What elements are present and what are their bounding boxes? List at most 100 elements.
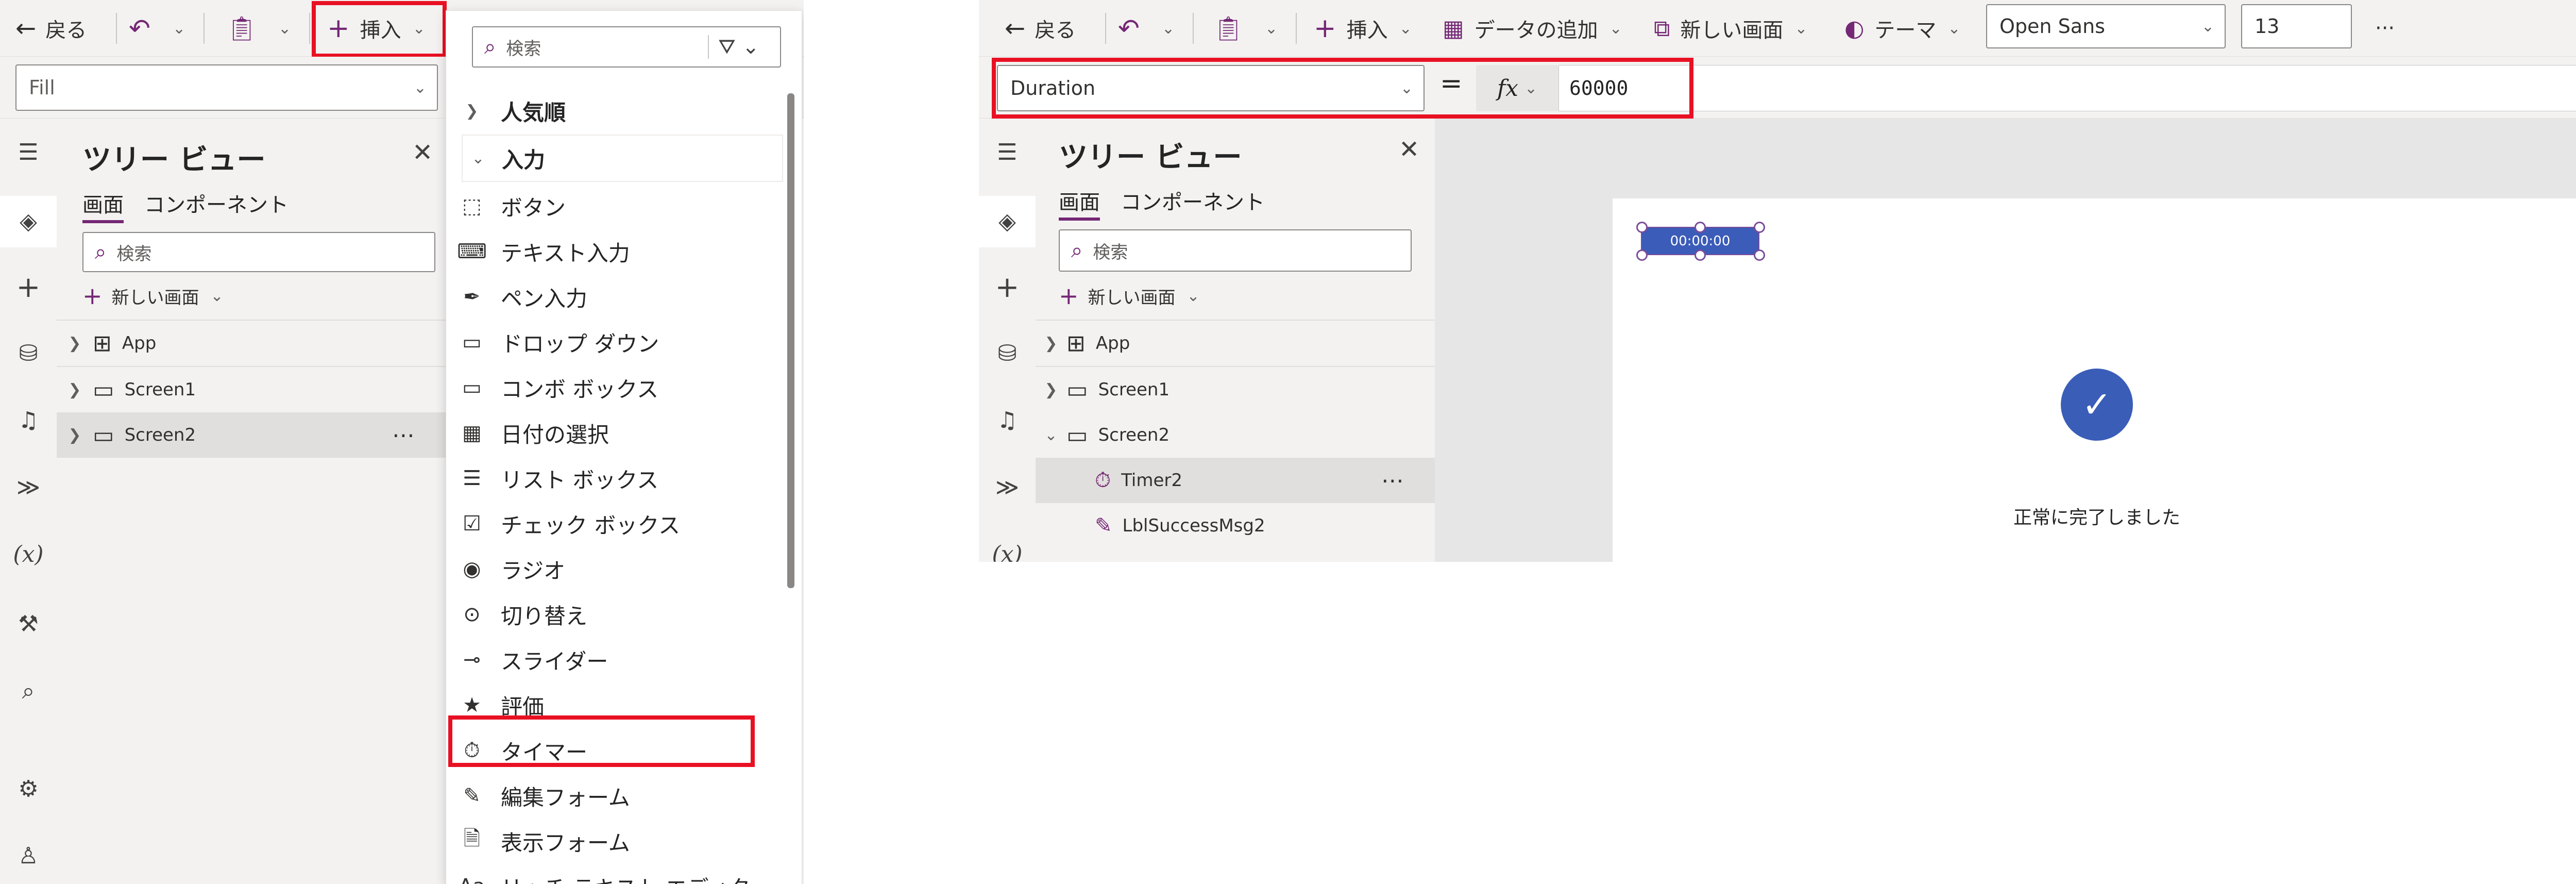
hamburger-icon[interactable]: ☰: [0, 139, 57, 165]
app-icon: ⊞: [1066, 330, 1086, 357]
resize-handle[interactable]: [1636, 222, 1648, 233]
toolbar-divider: [1296, 13, 1297, 44]
database-icon[interactable]: ⛁: [979, 340, 1036, 366]
radio-icon: ◉: [463, 557, 481, 581]
back-button[interactable]: ← 戻る: [15, 10, 87, 46]
paste-button[interactable]: 📋︎: [227, 10, 257, 46]
menu-item-dropdown[interactable]: ▭ ドロップ ダウン: [456, 320, 766, 365]
back-label: 戻る: [1035, 19, 1076, 42]
media-icon[interactable]: ♫: [0, 407, 57, 433]
layers-icon[interactable]: ◈: [0, 196, 57, 247]
theme-button[interactable]: ◐ テーマ ⌄: [1844, 10, 1961, 46]
text-input-icon: ⌨: [457, 240, 487, 263]
tree-item-screen2[interactable]: ❯ ▭ Screen2 ⋯: [57, 412, 446, 458]
resize-handle[interactable]: [1694, 222, 1706, 233]
chevron-down-icon: ⌄: [471, 149, 485, 168]
paste-dropdown-button[interactable]: ⌄: [278, 10, 291, 46]
filter-icon[interactable]: ⛛ ⌄: [708, 35, 759, 59]
plus-icon[interactable]: +: [0, 271, 57, 304]
font-family-select[interactable]: Open Sans ⌄: [1986, 4, 2226, 48]
menu-item-edit-form[interactable]: ✎ 編集フォーム: [456, 773, 766, 819]
checkbox-icon: ☑: [463, 512, 481, 536]
tree-item-label: App: [1095, 333, 1130, 354]
hamburger-icon[interactable]: ☰: [979, 139, 1036, 165]
undo-dropdown-button[interactable]: ⌄: [1162, 10, 1175, 46]
resize-handle[interactable]: [1754, 222, 1765, 233]
tab-screens[interactable]: 画面: [1059, 186, 1100, 221]
tree-item-app[interactable]: ❯ ⊞ App: [1036, 321, 1435, 366]
menu-item-toggle[interactable]: ⊙ 切り替え: [456, 592, 766, 637]
menu-item-radio[interactable]: ◉ ラジオ: [456, 546, 766, 592]
menu-item-slider[interactable]: ⊸ スライダー: [456, 637, 766, 682]
menu-scrollbar[interactable]: [787, 93, 794, 588]
tree-search-input[interactable]: ⌕ 検索: [1059, 229, 1412, 272]
settings-icon[interactable]: ⚙: [0, 776, 57, 802]
resize-handle[interactable]: [1636, 249, 1648, 261]
menu-item-display-form[interactable]: 🗎︎ 表示フォーム: [456, 819, 766, 864]
screen-icon: ▭: [1066, 422, 1088, 448]
add-data-label: データの追加: [1474, 19, 1598, 42]
tree-item-app[interactable]: ❯ ⊞ App: [57, 321, 446, 366]
menu-item-combo-box[interactable]: ▭ コンボ ボックス: [456, 365, 766, 410]
tree-item-screen2[interactable]: ⌄ ▭ Screen2: [1036, 412, 1435, 458]
back-button[interactable]: ← 戻る: [1005, 10, 1076, 46]
database-icon[interactable]: ⛁: [0, 340, 57, 366]
resize-handle[interactable]: [1754, 249, 1765, 261]
close-icon[interactable]: ✕: [1399, 135, 1419, 164]
edit-form-icon: ✎: [463, 784, 481, 808]
chevron-right-icon: ❯: [1044, 334, 1058, 353]
tree-search-input[interactable]: ⌕ 検索: [82, 232, 435, 272]
menu-group-popular[interactable]: ❯ 人気順: [456, 88, 791, 134]
menu-item-rich-text-editor[interactable]: Aa リッチ テキスト エディタ: [456, 864, 766, 884]
more-options-icon[interactable]: ⋯: [1381, 468, 1404, 494]
screen-icon: ▭: [93, 376, 114, 403]
new-screen-button[interactable]: + 新しい画面 ⌄: [82, 273, 392, 319]
new-screen-button[interactable]: + 新しい画面 ⌄: [1059, 273, 1368, 319]
menu-item-date-picker[interactable]: ▦ 日付の選択: [456, 410, 766, 456]
rating-icon: ★: [463, 693, 481, 717]
menu-item-list-box[interactable]: ☰ リスト ボックス: [456, 456, 766, 501]
more-commands-button[interactable]: ···: [2375, 10, 2395, 46]
more-options-icon[interactable]: ⋯: [392, 422, 415, 448]
tab-components[interactable]: コンポーネント: [144, 188, 289, 218]
tab-screens[interactable]: 画面: [82, 188, 124, 223]
menu-item-pen-input[interactable]: ✒ ペン入力: [456, 274, 766, 320]
undo-button[interactable]: ↶: [129, 10, 150, 46]
tree-search-placeholder: 検索: [116, 243, 152, 264]
tools-icon[interactable]: ⚒: [0, 611, 57, 637]
font-size-input[interactable]: 13: [2241, 4, 2352, 48]
insert-search-input[interactable]: ⌕ 検索 ⛛ ⌄: [472, 26, 781, 68]
layers-icon[interactable]: ◈: [979, 196, 1036, 247]
new-screen-button[interactable]: ⧉ 新しい画面 ⌄: [1654, 10, 1808, 46]
tree-item-timer2[interactable]: ⏱ Timer2 ⋯: [1036, 458, 1435, 503]
plus-icon[interactable]: +: [979, 271, 1036, 304]
menu-item-text-input[interactable]: ⌨ テキスト入力: [456, 229, 766, 274]
variables-icon[interactable]: (x): [0, 541, 57, 568]
undo-button[interactable]: ↶: [1118, 10, 1140, 46]
add-data-button[interactable]: ▦ データの追加 ⌄: [1443, 10, 1622, 46]
tree-item-label: LblSuccessMsg2: [1122, 515, 1265, 536]
power-automate-icon[interactable]: ≫: [979, 474, 1036, 501]
media-icon[interactable]: ♫: [979, 407, 1036, 433]
formula-input[interactable]: 60000: [1558, 65, 2576, 111]
variables-icon[interactable]: (x): [979, 541, 1036, 562]
paste-button[interactable]: 📋︎: [1213, 10, 1243, 46]
tree-item-screen1[interactable]: ❯ ▭ Screen1: [1036, 367, 1435, 412]
menu-group-input[interactable]: ⌄ 入力: [462, 135, 783, 182]
plus-icon: +: [1059, 282, 1079, 310]
tree-item-lblsuccessmsg2[interactable]: ✎ LblSuccessMsg2: [1036, 503, 1435, 548]
tab-components[interactable]: コンポーネント: [1121, 186, 1265, 215]
resize-handle[interactable]: [1694, 249, 1706, 261]
menu-item-button[interactable]: ⬚ ボタン: [456, 184, 766, 229]
success-message-label: 正常に完了しました: [2013, 507, 2180, 528]
search-icon[interactable]: ⌕: [0, 678, 57, 704]
undo-dropdown-button[interactable]: ⌄: [173, 10, 185, 46]
property-selector[interactable]: Fill ⌄: [15, 64, 438, 111]
tree-item-screen1[interactable]: ❯ ▭ Screen1: [57, 367, 446, 412]
account-icon[interactable]: ♙: [0, 843, 57, 869]
paste-dropdown-button[interactable]: ⌄: [1265, 10, 1278, 46]
insert-button[interactable]: + 挿入 ⌄: [1314, 10, 1412, 46]
close-icon[interactable]: ✕: [412, 138, 433, 167]
menu-item-check-box[interactable]: ☑ チェック ボックス: [456, 501, 766, 546]
power-automate-icon[interactable]: ≫: [0, 474, 57, 501]
